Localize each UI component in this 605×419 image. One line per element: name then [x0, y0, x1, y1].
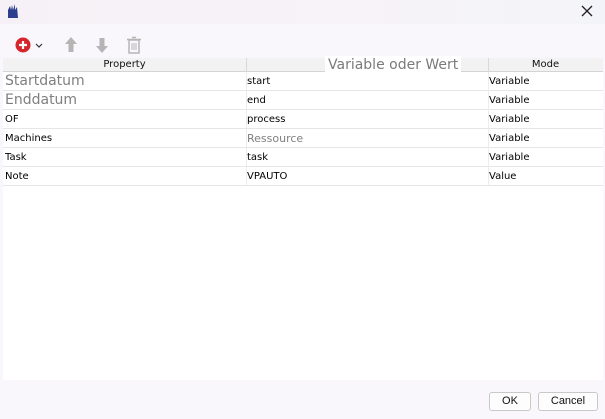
mode-cell[interactable]: Variable [489, 91, 601, 110]
mode-cell[interactable]: Variable [489, 110, 601, 129]
arrow-down-icon [96, 38, 108, 53]
toolbar [0, 24, 605, 58]
arrow-up-icon [65, 37, 77, 52]
mode-cell[interactable]: Variable [489, 148, 601, 167]
delete-button[interactable] [126, 36, 142, 54]
table-row[interactable]: OF process Variable [3, 110, 603, 129]
table-row[interactable]: Note VPAUTO Value [3, 167, 603, 186]
move-up-button[interactable] [64, 36, 78, 54]
ok-button[interactable]: OK [489, 392, 531, 411]
property-cell[interactable]: Task [5, 148, 243, 167]
cancel-button[interactable]: Cancel [538, 392, 598, 411]
value-column-overlay-label: Variable oder Wert [325, 56, 462, 74]
table-row[interactable]: Machines Ressource Variable [3, 129, 603, 148]
close-icon[interactable] [578, 2, 596, 20]
value-cell[interactable]: end [247, 91, 485, 110]
table-row[interactable]: Enddatum end Variable [3, 91, 603, 110]
value-cell[interactable]: Ressource [247, 129, 485, 148]
mode-cell[interactable]: Variable [489, 72, 601, 91]
value-cell[interactable]: start [247, 72, 485, 91]
value-cell[interactable]: process [247, 110, 485, 129]
value-cell[interactable]: task [247, 148, 485, 167]
mode-cell[interactable]: Variable [489, 129, 601, 148]
column-header-mode[interactable]: Mode [488, 58, 603, 72]
property-cell[interactable]: Startdatum [5, 72, 243, 91]
trash-icon [127, 36, 141, 54]
property-cell[interactable]: Note [5, 167, 243, 186]
title-bar [0, 0, 605, 24]
add-button[interactable] [14, 36, 46, 54]
value-cell[interactable]: VPAUTO [247, 167, 485, 186]
column-header-property[interactable]: Property [3, 58, 246, 72]
add-circle-icon [15, 37, 43, 53]
app-icon [8, 4, 18, 18]
property-cell[interactable]: Machines [5, 129, 243, 148]
mode-cell[interactable]: Value [489, 167, 601, 186]
table-row[interactable]: Startdatum start Variable [3, 72, 603, 91]
property-table: Property Mode Startdatum start Variable … [3, 58, 603, 380]
table-header: Property Mode [3, 58, 603, 72]
property-cell[interactable]: Enddatum [5, 91, 243, 110]
move-down-button[interactable] [95, 36, 109, 54]
property-cell[interactable]: OF [5, 110, 243, 129]
table-row[interactable]: Task task Variable [3, 148, 603, 167]
